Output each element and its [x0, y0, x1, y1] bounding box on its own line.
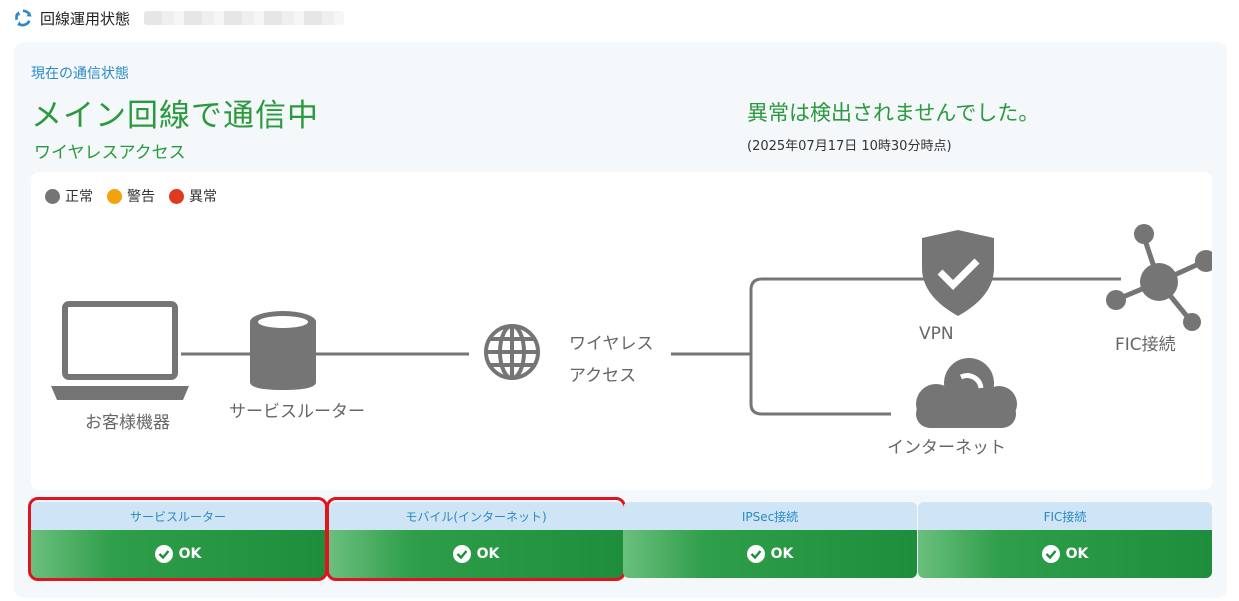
- card-status: OK: [918, 530, 1212, 578]
- cloud-icon: [916, 358, 1017, 428]
- shield-check-icon: [922, 230, 994, 316]
- main-status-title: メイン回線で通信中: [31, 98, 319, 134]
- hub-network-icon: [1106, 224, 1212, 331]
- wireless-label-line1: ワイヤレス: [569, 334, 654, 354]
- customer-device-label: お客様機器: [85, 413, 170, 433]
- cycle-arrows-icon: [14, 9, 32, 27]
- internet-label: インターネット: [887, 438, 1006, 458]
- link-internet: [749, 354, 891, 416]
- vpn-label: VPN: [919, 324, 954, 344]
- check-circle-icon: [154, 545, 173, 563]
- status-timestamp: (2025年07月17日 10時30分時点): [747, 139, 952, 154]
- check-circle-icon: [1041, 545, 1060, 563]
- card-title: モバイル(インターネット): [329, 502, 623, 530]
- card-status-text: OK: [476, 546, 500, 562]
- status-panel: 現在の通信状態 メイン回線で通信中 ワイヤレスアクセス 異常は検出されませんでし…: [14, 42, 1227, 598]
- card-title: サービスルーター: [31, 502, 325, 530]
- card-status: OK: [31, 530, 325, 578]
- status-card-service-router[interactable]: サービスルーター OK: [28, 497, 328, 581]
- wireless-label-line2: アクセス: [569, 366, 637, 386]
- card-status: OK: [329, 530, 623, 578]
- anomaly-message: 異常は検出されませんでした。: [747, 101, 1040, 125]
- check-circle-icon: [452, 545, 471, 563]
- card-status-text: OK: [1065, 546, 1089, 562]
- page-title: 回線運用状態: [40, 9, 131, 28]
- router-icon: [250, 311, 316, 390]
- fic-label: FIC接続: [1115, 335, 1176, 355]
- card-status: OK: [623, 530, 917, 578]
- service-router-label: サービスルーター: [229, 402, 365, 422]
- card-status-text: OK: [770, 546, 794, 562]
- card-status-text: OK: [178, 546, 202, 562]
- line-type-label: ワイヤレスアクセス: [34, 143, 186, 163]
- card-title: FIC接続: [918, 502, 1212, 530]
- page-header: 回線運用状態: [14, 6, 345, 30]
- check-circle-icon: [746, 545, 765, 563]
- status-card-fic[interactable]: FIC接続 OK: [918, 502, 1212, 578]
- network-diagram: 正常 警告 異常 お客様機器 サービスルーター ワイヤレス アクセス VPN F…: [31, 172, 1212, 490]
- redacted-text: [144, 11, 345, 25]
- current-status-label: 現在の通信状態: [31, 66, 129, 82]
- status-cards: サービスルーター OK モバイル(インターネット) OK IPSec接続 OK …: [28, 497, 1212, 581]
- globe-icon: [484, 324, 540, 380]
- status-card-mobile-internet[interactable]: モバイル(インターネット) OK: [326, 497, 626, 581]
- laptop-icon: [51, 301, 189, 400]
- status-card-ipsec[interactable]: IPSec接続 OK: [623, 502, 917, 578]
- card-title: IPSec接続: [623, 502, 917, 530]
